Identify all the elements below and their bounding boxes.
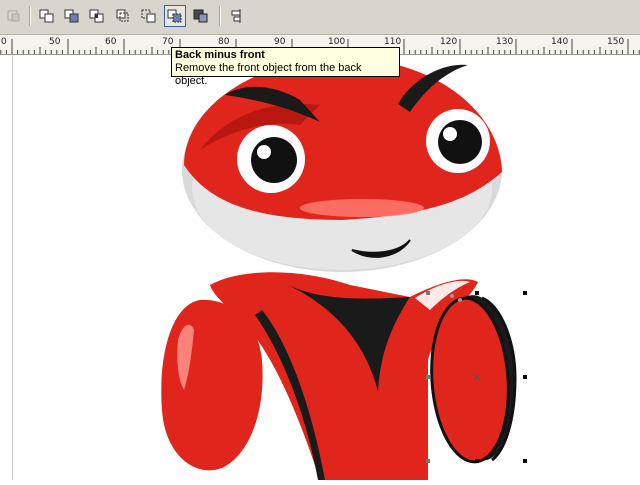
boundary-icon (193, 9, 208, 23)
boundary-button[interactable] (190, 5, 212, 27)
mascot-drawing[interactable] (0, 55, 640, 480)
ruler-label: 60 (105, 37, 117, 47)
ruler-label: 90 (274, 37, 286, 47)
intersect-button[interactable] (86, 5, 108, 27)
back-minus-front-button[interactable] (164, 5, 186, 27)
weld-button[interactable] (36, 5, 58, 27)
selection-handle[interactable] (426, 459, 430, 463)
front-minus-back-icon (141, 9, 156, 23)
selection-handle[interactable] (426, 375, 430, 379)
simplify-button[interactable] (112, 5, 134, 27)
simplify-icon (116, 9, 129, 22)
tooltip-title: Back minus front (175, 49, 265, 61)
ruler-label: 120 (440, 37, 458, 47)
front-minus-back-button[interactable] (138, 5, 160, 27)
ruler-label: 70 (162, 37, 174, 47)
toolbar-separator (219, 6, 220, 26)
ruler-label: 110 (384, 37, 402, 47)
ruler-label: 80 (218, 37, 230, 47)
mascot-right-eye (426, 109, 490, 173)
align-distribute-button[interactable] (226, 5, 248, 27)
selection-handle[interactable] (426, 291, 430, 295)
tooltip-description: Remove the front object from the back ob… (175, 62, 362, 87)
ruler-label: 50 (49, 37, 61, 47)
selection-handle[interactable] (475, 291, 479, 295)
trim-icon (64, 9, 79, 23)
ruler-label: 150 (607, 37, 625, 47)
toolbar-separator (29, 6, 30, 26)
page-border (12, 55, 13, 480)
selection-handle[interactable] (523, 375, 527, 379)
disabled-icon (7, 10, 20, 22)
weld-icon (39, 9, 54, 23)
selection-handle[interactable] (523, 459, 527, 463)
selection-handle[interactable] (475, 459, 479, 463)
drawing-canvas[interactable] (0, 55, 640, 480)
ruler-label: 100 (328, 37, 346, 47)
mascot-left-eye (237, 125, 305, 193)
tooltip: Back minus front Remove the front object… (171, 47, 400, 87)
mascot-right-arm-selected[interactable] (426, 293, 520, 465)
node-point[interactable] (450, 294, 454, 298)
shaping-toolbar (0, 0, 640, 35)
align-icon (231, 9, 241, 23)
ruler-label: 0 (1, 37, 7, 47)
mascot-left-arm[interactable] (161, 299, 263, 471)
trim-button[interactable] (61, 5, 83, 27)
node-point[interactable] (458, 298, 462, 302)
disabled-button (3, 5, 25, 27)
ruler-label: 130 (496, 37, 514, 47)
back-minus-front-icon (167, 9, 182, 23)
intersect-icon (89, 9, 104, 23)
ruler-label: 140 (551, 37, 569, 47)
selection-handle[interactable] (523, 291, 527, 295)
